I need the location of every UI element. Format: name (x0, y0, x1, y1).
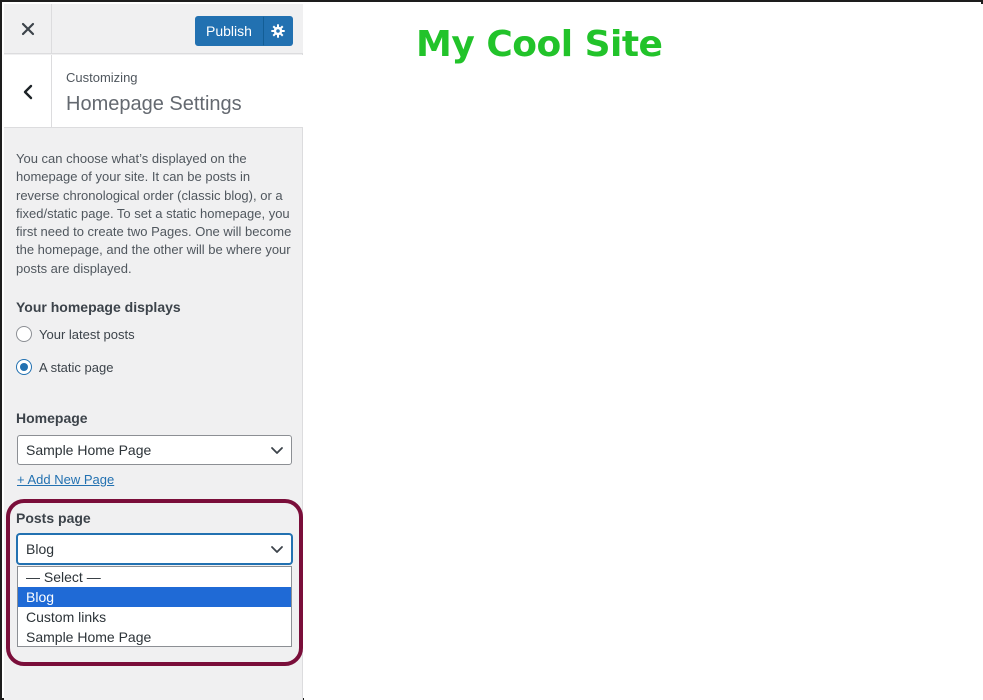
close-icon (21, 22, 34, 36)
back-button[interactable] (4, 55, 52, 128)
section-title: Homepage Settings (66, 93, 242, 115)
radio-latest-posts[interactable]: Your latest posts (16, 326, 135, 342)
radio-label: Your latest posts (39, 326, 135, 342)
section-header: Customizing Homepage Settings (4, 55, 303, 128)
radio-button[interactable] (16, 326, 32, 342)
homepage-title: Homepage (16, 410, 88, 426)
add-new-page-link[interactable]: + Add New Page (17, 472, 114, 487)
radio-button-checked[interactable] (16, 359, 32, 375)
site-title[interactable]: My Cool Site (416, 24, 663, 65)
customizing-label: Customizing (66, 70, 138, 85)
publish-button[interactable]: Publish (195, 16, 263, 46)
publish-settings-button[interactable] (262, 16, 293, 46)
gear-icon (271, 24, 285, 38)
radio-label: A static page (39, 359, 114, 375)
homepage-displays-title: Your homepage displays (16, 299, 181, 315)
publish-group: Publish (195, 16, 293, 46)
section-description: You can choose what’s displayed on the h… (16, 151, 292, 276)
window-frame: Publish Customizing Homepage Settings Yo… (0, 0, 983, 700)
customizer-topbar: Publish (4, 4, 303, 54)
homepage-select-value: Sample Home Page (26, 442, 152, 458)
chevron-left-icon (23, 84, 32, 99)
chevron-down-icon (271, 447, 283, 454)
homepage-select[interactable]: Sample Home Page (17, 435, 292, 465)
radio-static-page[interactable]: A static page (16, 359, 113, 375)
close-customizer-button[interactable] (4, 4, 52, 54)
site-preview: My Cool Site (304, 4, 983, 700)
highlight-annotation (6, 499, 303, 666)
